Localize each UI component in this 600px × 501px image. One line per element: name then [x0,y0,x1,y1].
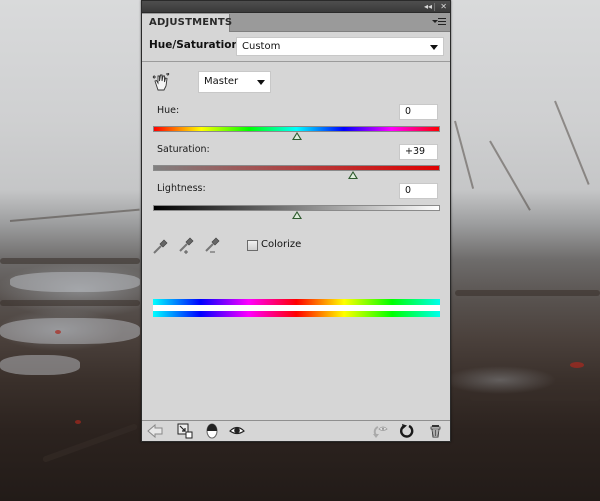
colorize-checkbox[interactable] [247,240,258,251]
double-chevron-left-icon[interactable]: ◂◂ [424,1,432,13]
saturation-slider-track[interactable] [153,165,440,171]
preset-value: Custom [242,41,281,52]
puddle [0,318,140,344]
tab-adjustments[interactable]: ADJUSTMENTS [142,14,232,32]
lightness-input[interactable]: 0 [399,183,438,199]
previous-state-icon[interactable] [372,423,388,439]
puddle [10,272,140,292]
preset-dropdown[interactable]: Custom [236,37,444,56]
log [470,395,600,401]
saturation-label: Saturation: [157,144,210,155]
log [0,300,140,306]
titlebar-divider: | [433,2,436,11]
output-color-range-bar [153,311,440,317]
channel-dropdown[interactable]: Master [198,71,271,93]
adjustment-title: Hue/Saturation [149,39,239,51]
lightness-label: Lightness: [157,183,206,194]
panel-footer [142,420,450,442]
puddle [0,355,80,375]
adjustments-panel: ◂◂ | ✕ ADJUSTMENTS Hue/Saturation Custom… [141,0,451,442]
chevron-down-icon [257,80,265,85]
leaf [55,330,61,334]
panel-titlebar[interactable]: ◂◂ | ✕ [142,1,450,13]
trash-icon[interactable] [428,423,444,439]
channel-value: Master [204,76,239,87]
eyedropper-add-icon[interactable] [178,237,196,255]
back-arrow-icon[interactable] [147,423,163,439]
leaf [570,362,584,368]
log [455,290,600,296]
leaf [75,420,81,424]
log [0,258,140,264]
menu-line [438,21,446,22]
eye-icon[interactable] [229,423,245,439]
panel-menu-icon[interactable] [432,17,446,27]
adjustment-header: Hue/Saturation Custom [142,32,450,62]
colorize-label: Colorize [261,239,302,250]
branch [554,100,590,185]
targeted-adjustment-hand-icon[interactable] [152,73,170,91]
eyedropper-subtract-icon[interactable] [204,237,222,255]
log [41,423,139,463]
panel-tab-row: ADJUSTMENTS [142,13,450,32]
lightness-slider-thumb[interactable] [292,211,302,219]
branch [9,208,140,222]
hue-slider-thumb[interactable] [292,132,302,140]
hue-input[interactable]: 0 [399,104,438,120]
saturation-slider-thumb[interactable] [347,171,358,179]
clip-to-layer-icon[interactable] [177,423,193,439]
hue-label: Hue: [157,105,180,116]
branch [454,120,475,189]
eyedropper-icon[interactable] [152,237,170,255]
close-icon[interactable]: ✕ [440,1,447,13]
saturation-input[interactable]: +39 [399,144,438,160]
layer-visibility-mask-icon[interactable] [204,423,220,439]
menu-line [438,18,446,19]
branch [489,140,531,211]
chevron-down-icon [430,44,438,50]
reset-icon[interactable] [399,423,415,439]
menu-line [438,24,446,25]
